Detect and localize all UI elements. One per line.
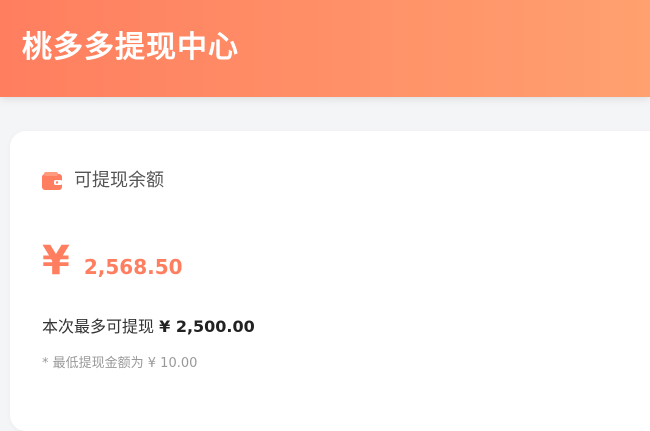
- amount-row: ¥ 2,568.50: [42, 235, 183, 285]
- balance-card: 可提现余额 ¥ 2,568.50 本次最多可提现 ¥ 2,500.00 * 最低…: [10, 131, 650, 431]
- min-withdraw-note: * 最低提现金额为 ¥ 10.00: [42, 356, 198, 371]
- max-withdraw-row: 本次最多可提现 ¥ 2,500.00: [42, 315, 255, 339]
- balance-label-row: 可提现余额: [42, 169, 164, 193]
- balance-label: 可提现余额: [74, 170, 164, 191]
- currency-symbol: ¥: [42, 238, 70, 284]
- balance-amount: 2,568.50: [83, 255, 183, 279]
- max-withdraw-value: ¥ 2,500.00: [159, 317, 255, 336]
- wallet-icon: [42, 172, 62, 190]
- page-header: 桃多多提现中心: [0, 0, 650, 97]
- page-title: 桃多多提现中心: [22, 30, 239, 65]
- max-withdraw-label: 本次最多可提现: [42, 317, 155, 336]
